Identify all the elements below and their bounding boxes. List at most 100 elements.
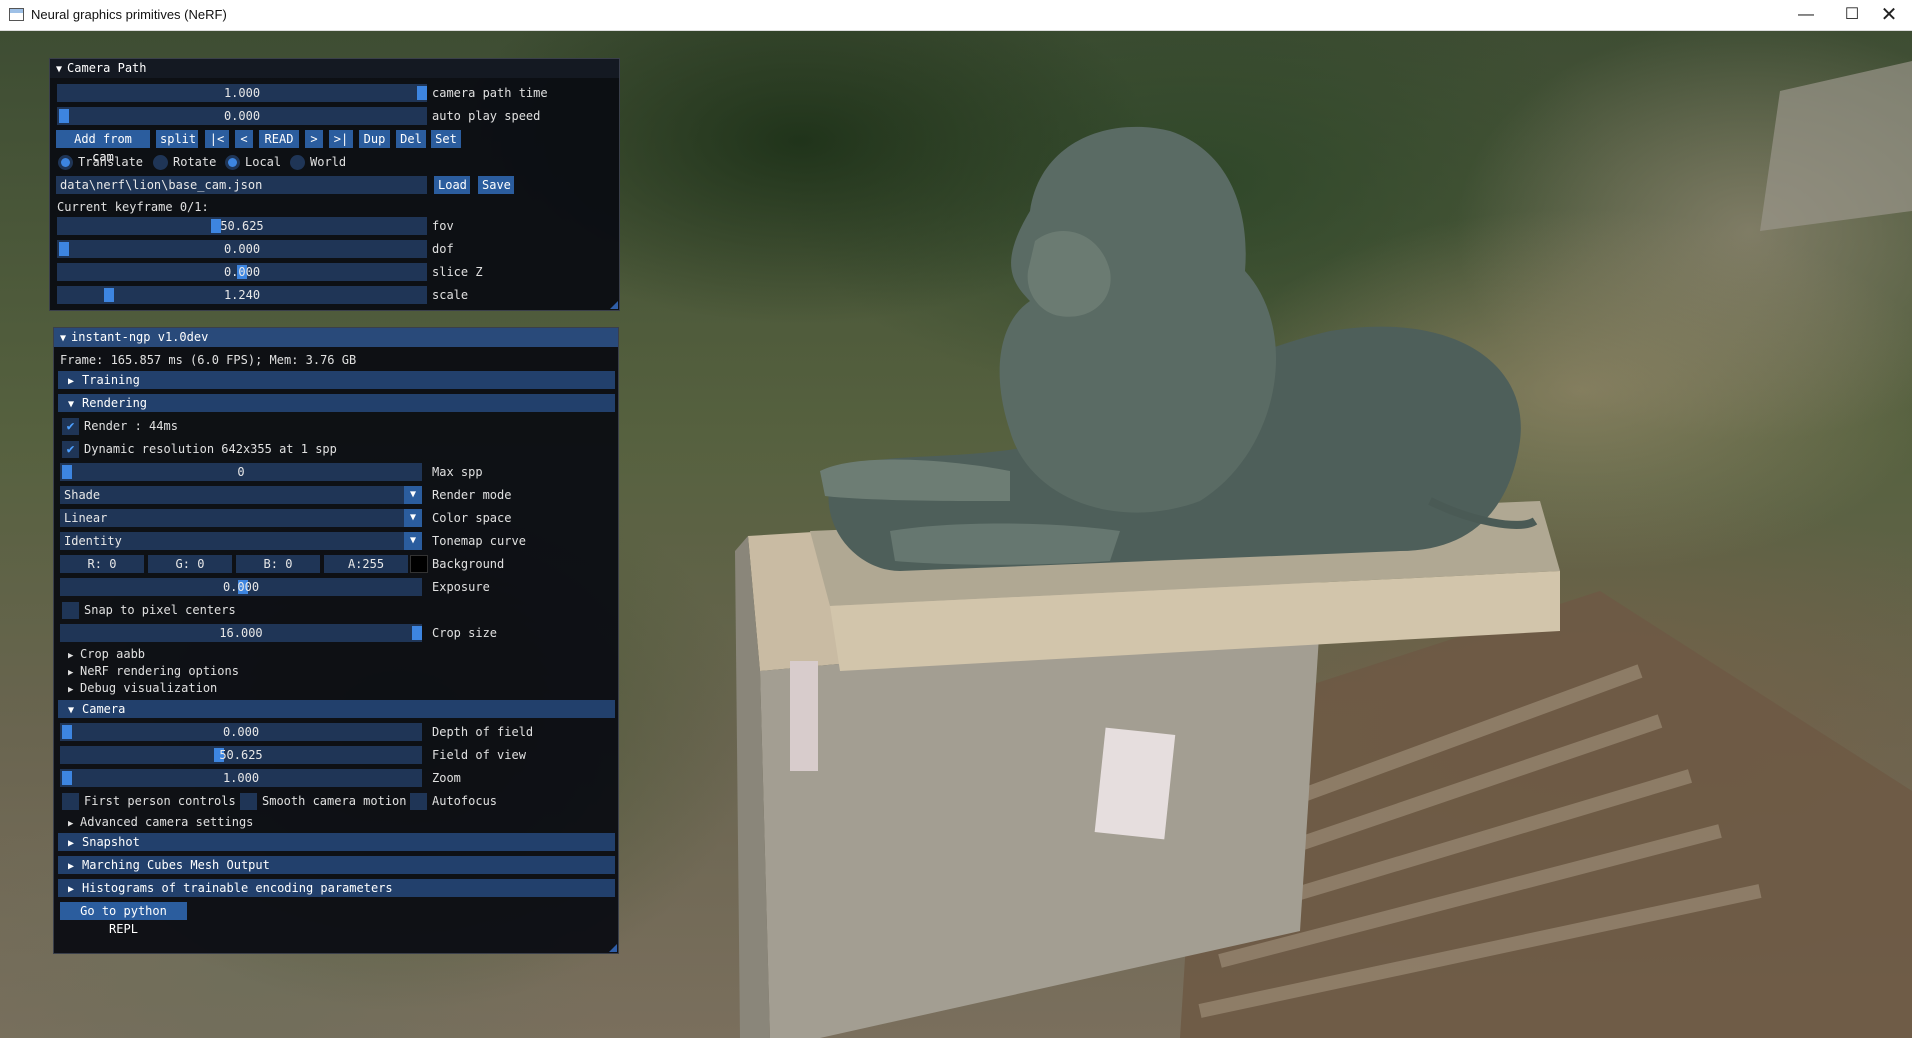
expand-arrow-icon: ▶: [68, 376, 75, 387]
render-mode-dropdown[interactable]: Shade ▼: [60, 486, 422, 504]
dynamic-resolution-checkbox[interactable]: ✔: [62, 441, 79, 458]
camera-section-header[interactable]: ▼ Camera: [58, 700, 615, 718]
rotate-radio[interactable]: [153, 155, 168, 170]
split-button[interactable]: split: [156, 130, 198, 148]
background-color-swatch[interactable]: [410, 555, 428, 573]
advanced-camera-tree-node[interactable]: ▶ Advanced camera settings: [68, 814, 253, 832]
dropdown-arrow-icon: ▼: [404, 509, 422, 527]
color-space-dropdown[interactable]: Linear ▼: [60, 509, 422, 527]
local-radio[interactable]: [225, 155, 240, 170]
scale-label: scale: [432, 288, 469, 302]
histograms-section-label: Histograms of trainable encoding paramet…: [82, 881, 393, 895]
field-of-view-slider[interactable]: 50.625: [60, 746, 422, 764]
background-r-input[interactable]: R: 0: [60, 555, 144, 573]
world-radio[interactable]: [290, 155, 305, 170]
smooth-motion-checkbox[interactable]: [240, 793, 257, 810]
background-g-input[interactable]: G: 0: [148, 555, 232, 573]
render-checkbox[interactable]: ✔: [62, 418, 79, 435]
del-button[interactable]: Del: [396, 130, 426, 148]
training-section-label: Training: [82, 373, 140, 387]
prev-keyframe-button[interactable]: <: [235, 130, 253, 148]
zoom-slider[interactable]: 1.000: [60, 769, 422, 787]
advanced-camera-label: Advanced camera settings: [80, 815, 254, 829]
camera-path-time-slider[interactable]: 1.000: [57, 84, 427, 102]
expand-arrow-icon: ▶: [68, 861, 75, 872]
max-spp-slider[interactable]: 0: [60, 463, 422, 481]
instant-ngp-window[interactable]: ▼ instant-ngp v1.0dev Frame: 165.857 ms (…: [53, 327, 619, 954]
first-person-checkbox[interactable]: [62, 793, 79, 810]
save-button[interactable]: Save: [478, 176, 514, 194]
exposure-slider[interactable]: 0.000: [60, 578, 422, 596]
last-keyframe-button[interactable]: >|: [329, 130, 353, 148]
camera-path-window[interactable]: ▼ Camera Path 1.000 camera path time 0.00…: [49, 58, 620, 311]
field-of-view-label: Field of view: [432, 748, 526, 762]
first-person-label: First person controls: [84, 794, 236, 808]
resize-grip[interactable]: [609, 944, 617, 952]
python-repl-button[interactable]: Go to python REPL: [60, 902, 187, 936]
crop-size-slider[interactable]: 16.000: [60, 624, 422, 642]
camera-section-label: Camera: [82, 702, 126, 716]
dof-slider[interactable]: 0.000: [57, 240, 427, 258]
training-section-header[interactable]: ▶ Training: [58, 371, 615, 389]
scale-slider[interactable]: 1.240: [57, 286, 427, 304]
set-button[interactable]: Set: [431, 130, 461, 148]
debug-visualization-tree-node[interactable]: ▶ Debug visualization: [68, 680, 217, 698]
close-button[interactable]: ✕: [1866, 0, 1912, 31]
background-b-input[interactable]: B: 0: [236, 555, 320, 573]
collapse-arrow-icon: ▼: [68, 399, 75, 410]
fov-slider[interactable]: 50.625: [57, 217, 427, 235]
read-button[interactable]: READ: [259, 130, 299, 148]
snap-pixel-checkbox[interactable]: [62, 602, 79, 619]
auto-play-speed-slider[interactable]: 0.000: [57, 107, 427, 125]
expand-arrow-icon: ▶: [68, 819, 74, 829]
autofocus-checkbox[interactable]: [410, 793, 427, 810]
rotate-label: Rotate: [173, 155, 217, 169]
dup-button[interactable]: Dup: [359, 130, 390, 148]
world-label: World: [310, 155, 347, 169]
histograms-section-header[interactable]: ▶ Histograms of trainable encoding parame…: [58, 879, 615, 897]
depth-of-field-slider[interactable]: 0.000: [60, 723, 422, 741]
resize-grip[interactable]: [610, 301, 618, 309]
slice-z-slider[interactable]: 0.000: [57, 263, 427, 281]
expand-arrow-icon: ▶: [68, 838, 75, 849]
collapse-arrow-icon: ▼: [68, 705, 75, 716]
collapse-triangle-icon[interactable]: ▼: [60, 329, 66, 348]
debug-visualization-label: Debug visualization: [80, 681, 218, 695]
camera-path-file-input[interactable]: data\nerf\lion\base_cam.json: [56, 176, 427, 194]
expand-arrow-icon: ▶: [68, 651, 74, 661]
render-mode-label: Render mode: [432, 488, 512, 502]
dropdown-arrow-icon: ▼: [404, 532, 422, 550]
collapse-triangle-icon[interactable]: ▼: [56, 60, 62, 79]
load-button[interactable]: Load: [434, 176, 470, 194]
rendering-section-header[interactable]: ▼ Rendering: [58, 394, 615, 412]
nerf-rendering-options-tree-node[interactable]: ▶ NeRF rendering options: [68, 663, 239, 681]
first-keyframe-button[interactable]: |<: [205, 130, 229, 148]
snap-pixel-label: Snap to pixel centers: [84, 603, 236, 617]
current-keyframe-text: Current keyframe 0/1:: [57, 200, 209, 214]
next-keyframe-button[interactable]: >: [305, 130, 323, 148]
dof-label: dof: [432, 242, 454, 256]
smooth-motion-label: Smooth camera motion: [262, 794, 407, 808]
instant-ngp-title-bar[interactable]: ▼ instant-ngp v1.0dev: [54, 328, 618, 347]
minimize-button[interactable]: —: [1783, 0, 1829, 31]
background-a-input[interactable]: A:255: [324, 555, 408, 573]
marching-cubes-section-header[interactable]: ▶ Marching Cubes Mesh Output: [58, 856, 615, 874]
autofocus-label: Autofocus: [432, 794, 498, 808]
camera-path-title-bar[interactable]: ▼ Camera Path: [50, 59, 619, 78]
window-title: Neural graphics primitives (NeRF): [31, 7, 227, 22]
nerf-rendering-options-label: NeRF rendering options: [80, 664, 239, 678]
fov-label: fov: [432, 219, 454, 233]
crop-aabb-tree-node[interactable]: ▶ Crop aabb: [68, 646, 145, 664]
snapshot-section-header[interactable]: ▶ Snapshot: [58, 833, 615, 851]
marching-cubes-section-label: Marching Cubes Mesh Output: [82, 858, 270, 872]
tonemap-curve-dropdown[interactable]: Identity ▼: [60, 532, 422, 550]
frame-stats-text: Frame: 165.857 ms (6.0 FPS); Mem: 3.76 G…: [60, 353, 357, 367]
exposure-label: Exposure: [432, 580, 490, 594]
app-icon: [9, 8, 24, 21]
camera-path-title: Camera Path: [67, 61, 147, 75]
add-from-cam-button[interactable]: Add from cam: [56, 130, 150, 164]
depth-of-field-label: Depth of field: [432, 725, 534, 739]
translate-radio[interactable]: [58, 155, 73, 170]
slice-z-label: slice Z: [432, 265, 483, 279]
auto-play-speed-label: auto play speed: [432, 109, 541, 123]
